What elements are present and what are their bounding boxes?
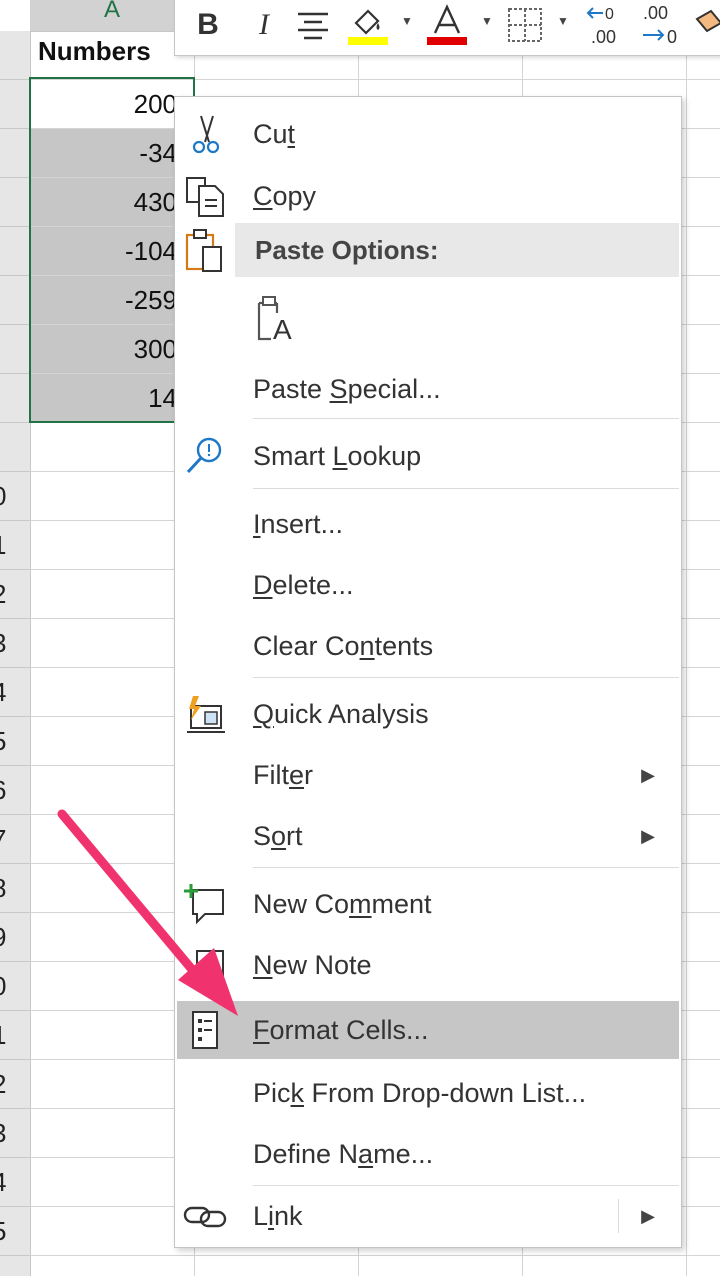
annotation-arrow <box>57 809 238 1016</box>
